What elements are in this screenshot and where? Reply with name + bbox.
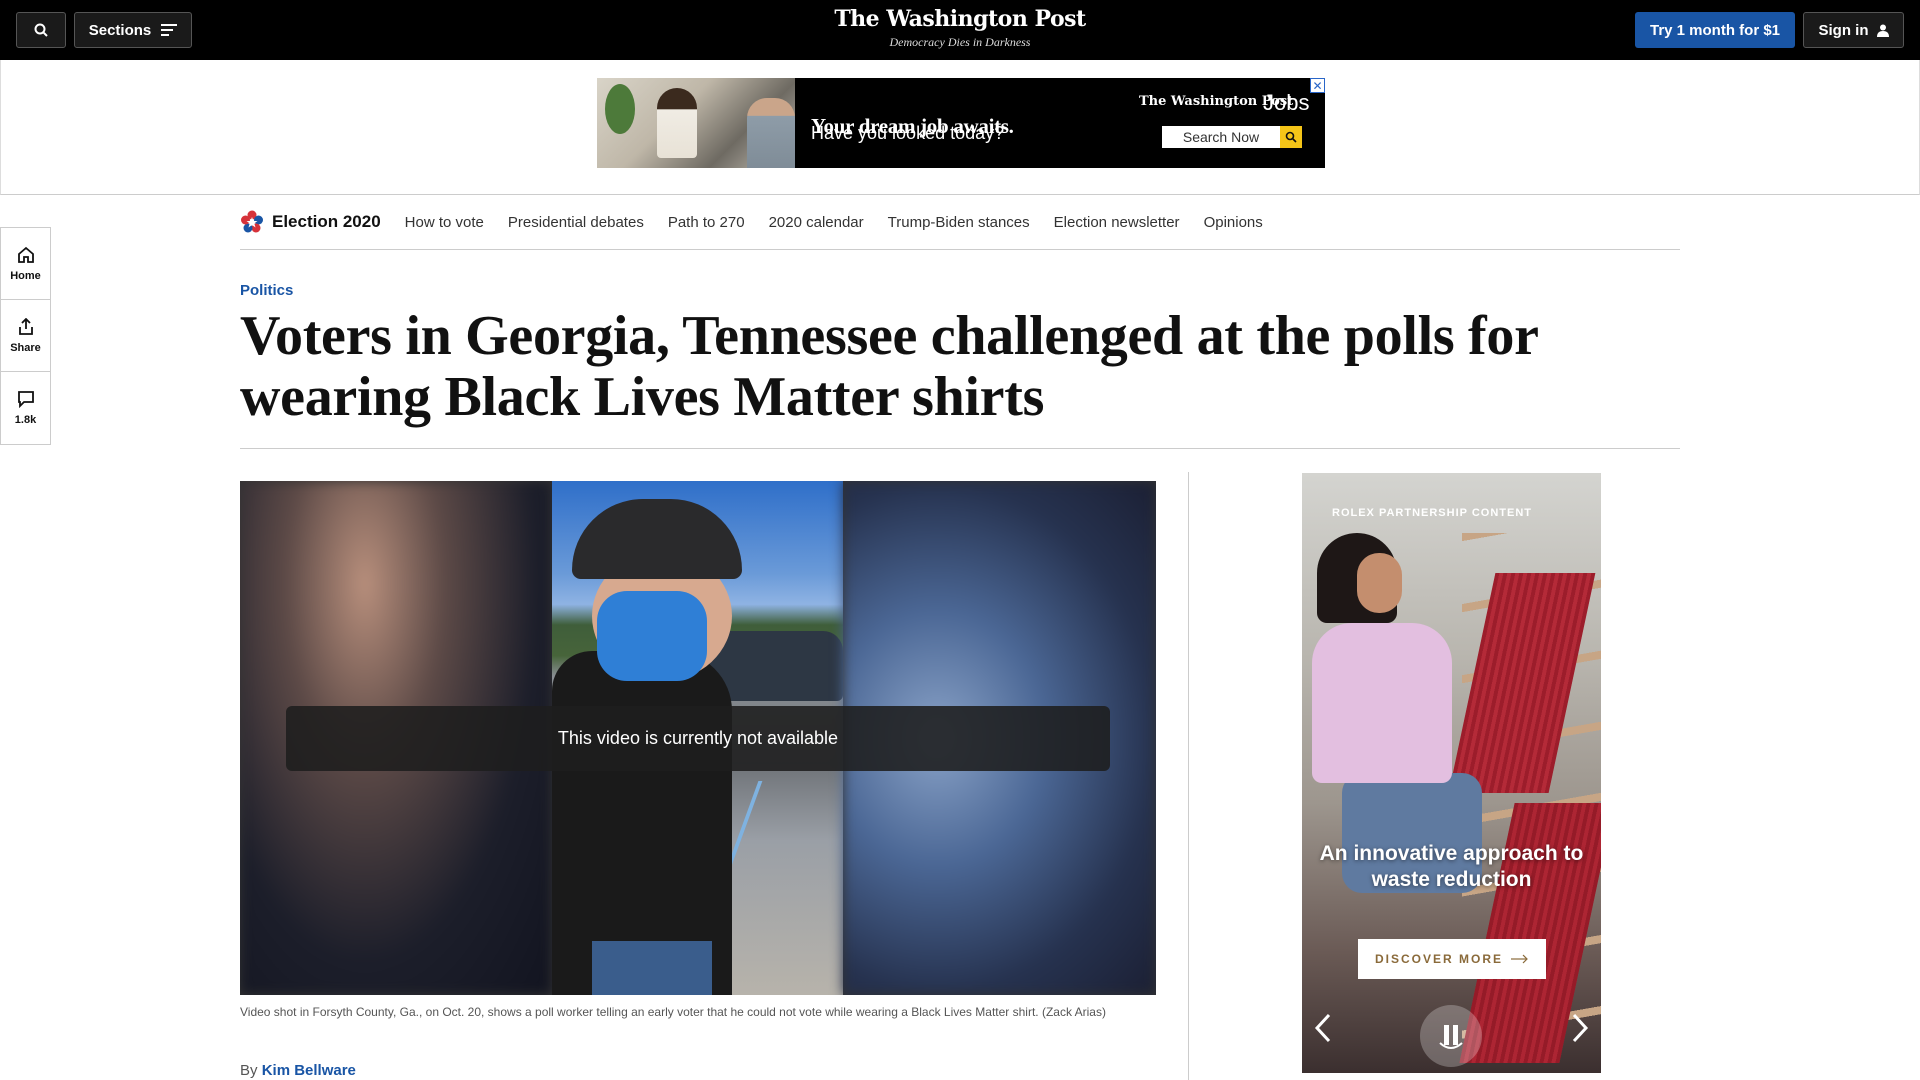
arrow-right-icon [1511, 954, 1528, 964]
home-icon [17, 246, 34, 263]
share-icon [18, 317, 33, 335]
sections-label: Sections [88, 21, 152, 39]
user-icon [1876, 24, 1889, 37]
column-divider [1188, 472, 1189, 1080]
banner-ad-container: Your dream job awaits. Have you looked t… [0, 60, 1920, 195]
article-kicker[interactable]: Politics [240, 282, 293, 299]
nav-election-newsletter[interactable]: Election newsletter [1054, 214, 1180, 231]
sign-in-label: Sign in [1818, 21, 1869, 39]
nav-how-to-vote[interactable]: How to vote [405, 214, 484, 231]
search-icon [34, 23, 48, 37]
rail-comments-count: 1.8k [14, 414, 37, 426]
election-title: Election 2020 [272, 212, 381, 231]
nav-2020-calendar[interactable]: 2020 calendar [769, 214, 864, 231]
ad-close-icon[interactable]: ✕ [1310, 78, 1325, 93]
jobs-banner-ad[interactable]: Your dream job awaits. Have you looked t… [597, 78, 1325, 168]
ad-brand-suffix: Jobs [1263, 90, 1310, 115]
video-caption: Video shot in Forsyth County, Ga., on Oc… [240, 1005, 1106, 1019]
discover-more-label: DISCOVER MORE [1374, 952, 1503, 966]
video-player[interactable]: This video is currently not available [240, 481, 1156, 995]
ad-search-button[interactable]: Search Now [1162, 126, 1280, 148]
byline-prefix: By [240, 1062, 258, 1079]
nav-opinions[interactable]: Opinions [1204, 214, 1263, 231]
nav-presidential-debates[interactable]: Presidential debates [508, 214, 644, 231]
sections-button[interactable]: Sections [74, 12, 192, 48]
byline: By Kim Bellware [240, 1062, 356, 1079]
header-divider [240, 448, 1680, 449]
pause-icon[interactable] [1420, 1005, 1482, 1067]
carousel-prev-icon[interactable] [1314, 1013, 1332, 1051]
video-unavailable-notice: This video is currently not available [286, 706, 1110, 771]
election-star-icon [241, 210, 263, 233]
left-rail: Home Share 1.8k [0, 227, 51, 445]
masthead[interactable]: The Washington Post Democracy Dies in Da… [760, 4, 1160, 50]
side-ad[interactable]: ROLEX PARTNERSHIP CONTENT An innovative … [1302, 473, 1601, 1073]
subscribe-button[interactable]: Try 1 month for $1 [1635, 12, 1795, 48]
article-headline: Voters in Georgia, Tennessee challenged … [240, 305, 1538, 428]
ad-subline: Have you looked today? [811, 123, 1005, 143]
sign-in-button[interactable]: Sign in [1803, 12, 1904, 48]
rail-home-label: Home [10, 269, 41, 282]
rail-comments[interactable]: 1.8k [1, 372, 50, 444]
site-tagline: Democracy Dies in Darkness [889, 35, 1031, 49]
ad-partner-label: ROLEX PARTNERSHIP CONTENT [1332, 507, 1532, 519]
menu-icon [161, 24, 178, 36]
ad-search-icon[interactable] [1280, 126, 1302, 148]
comment-icon [17, 391, 34, 408]
rail-home[interactable]: Home [1, 228, 50, 300]
discover-more-button[interactable]: DISCOVER MORE [1358, 939, 1546, 979]
nav-path-to-270[interactable]: Path to 270 [668, 214, 745, 231]
search-button[interactable] [16, 12, 66, 48]
nav-trump-biden-stances[interactable]: Trump-Biden stances [888, 214, 1030, 231]
top-bar: Sections The Washington Post Democracy D… [0, 0, 1920, 60]
author-link[interactable]: Kim Bellware [262, 1062, 356, 1079]
side-ad-tagline: An innovative approach to waste reductio… [1319, 842, 1584, 891]
election-nav: Election 2020 How to vote Presidential d… [240, 195, 1680, 250]
election-logo[interactable]: Election 2020 [240, 210, 381, 234]
site-logo[interactable]: The Washington Post [760, 4, 1160, 34]
rail-share-label: Share [10, 341, 41, 354]
rail-share[interactable]: Share [1, 300, 50, 372]
ad-photo [597, 78, 795, 168]
carousel-next-icon[interactable] [1571, 1013, 1589, 1051]
